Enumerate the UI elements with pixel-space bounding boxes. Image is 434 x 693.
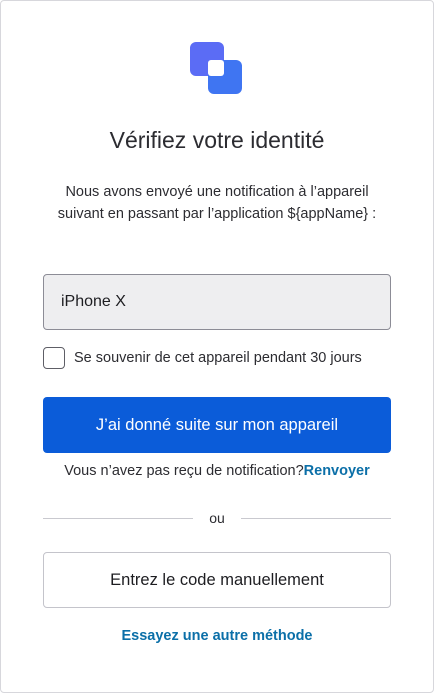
device-name-value: iPhone X <box>61 293 126 310</box>
try-other-method-link[interactable]: Essayez une autre méthode <box>122 628 313 644</box>
other-method-row: Essayez une autre méthode <box>1 628 433 644</box>
or-divider: ou <box>43 509 392 527</box>
resend-row: Vous n’avez pas reçu de notification?Ren… <box>1 463 433 479</box>
enter-code-manually-button[interactable]: Entrez le code manuellement <box>43 552 391 608</box>
device-name-field: iPhone X <box>43 274 391 330</box>
remember-device-option[interactable]: Se souvenir de cet appareil pendant 30 j… <box>43 347 403 369</box>
divider-label: ou <box>209 510 225 526</box>
verification-card: Vérifiez votre identité Nous avons envoy… <box>0 0 434 693</box>
description-text: Nous avons envoyé une notification à l’a… <box>57 184 377 222</box>
resend-link[interactable]: Renvoyer <box>304 463 370 479</box>
remember-device-label: Se souvenir de cet appareil pendant 30 j… <box>74 350 362 366</box>
divider-line-left <box>43 517 194 519</box>
confirm-on-device-button[interactable]: J’ai donné suite sur mon appareil <box>43 397 391 453</box>
page-title: Vérifiez votre identité <box>109 127 325 153</box>
divider-line-right <box>240 517 392 519</box>
resend-text: Vous n’avez pas reçu de notification? <box>64 463 304 479</box>
remember-device-checkbox[interactable] <box>43 347 65 369</box>
app-logo-icon <box>190 42 242 94</box>
